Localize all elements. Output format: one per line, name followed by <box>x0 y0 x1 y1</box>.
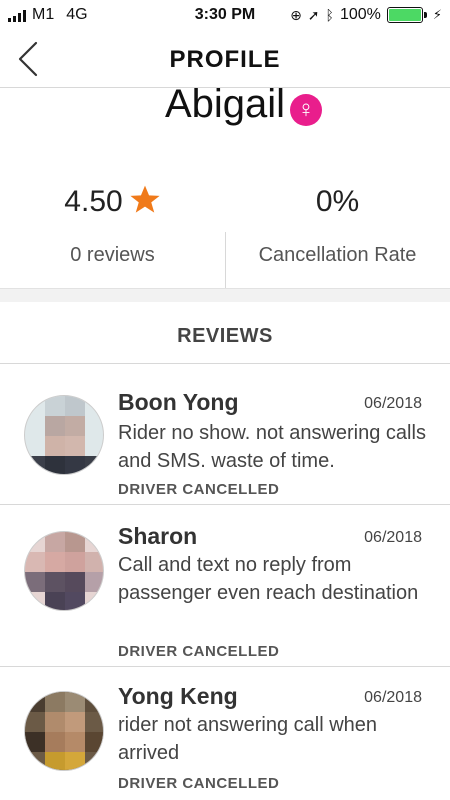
status-right: ⊕ ➚ ᛒ 100% ⚡ <box>290 6 442 24</box>
profile-name: Abigail <box>164 82 286 126</box>
charging-icon: ⚡ <box>432 7 442 22</box>
battery-percent: 100% <box>339 6 381 23</box>
bluetooth-icon: ᛒ <box>325 7 334 23</box>
review-text: Rider no show. not answering calls and S… <box>118 422 426 472</box>
status-bar: M1 4G 3:30 PM ⊕ ➚ ᛒ 100% ⚡ <box>0 0 450 30</box>
profile-name-row: Abigail ♀ <box>0 82 450 136</box>
reviewer-name: Sharon <box>118 523 198 549</box>
section-separator <box>0 288 450 302</box>
battery-icon <box>386 7 427 23</box>
avatar <box>24 691 104 771</box>
rating-stat: 4.50 0 reviews <box>0 180 225 267</box>
review-item: Boon Yong 06/2018 Rider no show. not ans… <box>0 365 450 505</box>
review-text: rider not answering call when arrived <box>118 714 378 764</box>
profile-stats: 4.50 0 reviews 0% Cancellation Rate <box>0 180 450 288</box>
reviews-heading: REVIEWS <box>0 302 450 364</box>
review-text: Call and text no reply from passenger ev… <box>118 554 419 604</box>
nav-header: PROFILE <box>0 30 450 88</box>
star-icon <box>130 185 160 213</box>
reviewer-name: Boon Yong <box>118 389 239 415</box>
cancellation-label: Cancellation Rate <box>258 244 417 266</box>
page-title: PROFILE <box>169 46 281 73</box>
reviewer-name: Yong Keng <box>118 683 238 709</box>
review-status: DRIVER CANCELLED <box>118 643 280 660</box>
rating-value: 4.50 <box>64 185 123 218</box>
review-status: DRIVER CANCELLED <box>118 775 280 792</box>
review-date: 06/2018 <box>364 689 422 706</box>
review-item: Sharon 06/2018 Call and text no reply fr… <box>0 505 450 667</box>
cancellation-value: 0% <box>315 185 360 218</box>
review-status: DRIVER CANCELLED <box>118 481 280 498</box>
review-date: 06/2018 <box>364 395 422 412</box>
avatar <box>24 395 104 475</box>
review-item: Yong Keng 06/2018 rider not answering ca… <box>0 667 450 800</box>
reviews-count: 0 reviews <box>70 244 155 266</box>
avatar <box>24 531 104 611</box>
cancellation-stat: 0% Cancellation Rate <box>225 180 450 267</box>
review-date: 06/2018 <box>364 529 422 546</box>
location-icon: ➚ <box>307 6 320 23</box>
orientation-lock-icon: ⊕ <box>290 6 302 23</box>
female-icon: ♀ <box>290 94 322 126</box>
